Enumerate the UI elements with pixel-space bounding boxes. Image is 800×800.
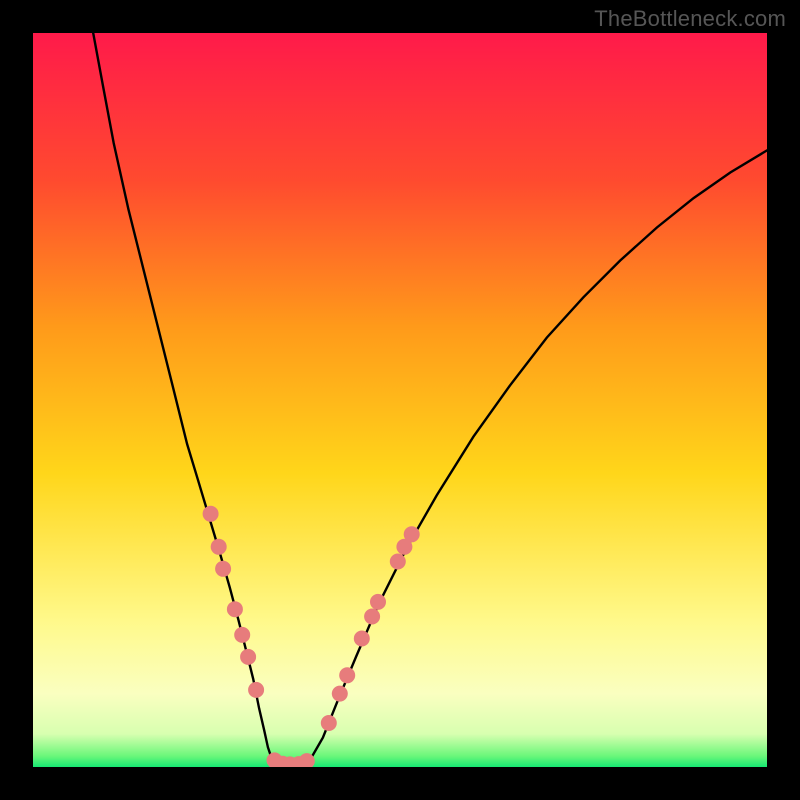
attribution-text: TheBottleneck.com [594,6,786,32]
marker-dot [332,686,348,702]
curve-layer [33,33,767,767]
marker-dot [215,561,231,577]
marker-dot [404,526,420,542]
bottleneck-curve [93,33,767,765]
marker-dot [240,649,256,665]
marker-dot [370,594,386,610]
marker-dot [390,554,406,570]
marker-dot [227,601,243,617]
marker-dot [321,715,337,731]
outer-frame: TheBottleneck.com [0,0,800,800]
marker-dot [248,682,264,698]
marker-dot [364,609,380,625]
marker-dot [339,667,355,683]
marker-dot [354,631,370,647]
plot-area [33,33,767,767]
marker-dot [234,627,250,643]
marker-dot [211,539,227,555]
marker-dot [203,506,219,522]
